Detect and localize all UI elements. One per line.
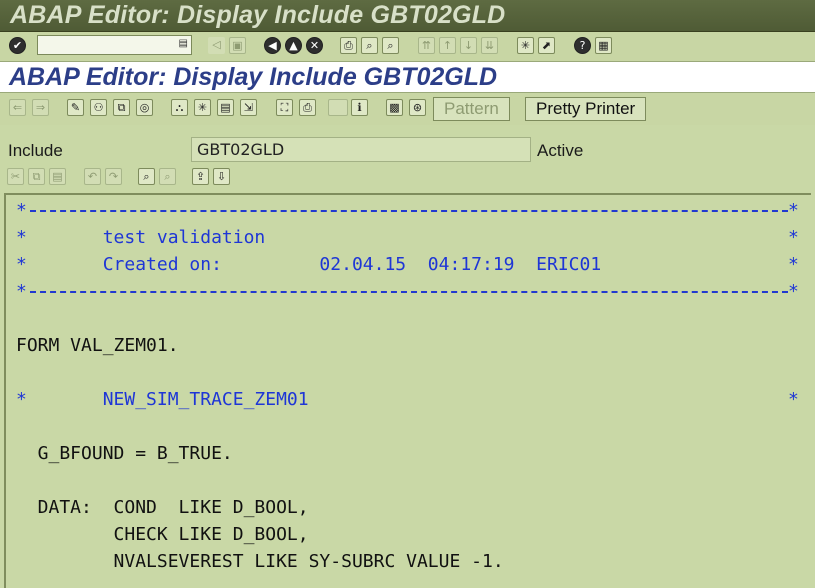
new-session-icon[interactable]: ✳ [517, 37, 534, 54]
comment-star: * [788, 281, 799, 302]
application-toolbar: ⇐ ⇒ ✎ ⚇ ⧉ ◎ ⛬ ✳ ▤ ⇲ ⛶ ⎙ ℹ ▩ ⊛ Pattern Pr… [0, 92, 815, 126]
code-line: * Created on: 02.04.15 04:17:19 ERIC01 [16, 254, 602, 275]
comment-divider [30, 210, 788, 212]
find-next-icon[interactable]: ⌕ [382, 37, 399, 54]
command-field[interactable]: ▤ [37, 35, 192, 55]
check-syntax-icon[interactable]: ◎ [136, 99, 153, 116]
comment-star: * [788, 389, 799, 410]
breakpoint-icon[interactable]: ⊛ [409, 99, 426, 116]
include-field: GBT02GLD [191, 137, 531, 162]
redo-icon[interactable]: ↷ [105, 168, 122, 185]
save-icon[interactable]: ▣ [229, 37, 246, 54]
pretty-printer-button[interactable]: Pretty Printer [525, 97, 647, 121]
activate-icon[interactable]: ✳ [194, 99, 211, 116]
comment-divider [30, 291, 788, 293]
download-icon[interactable]: ⇩ [213, 168, 230, 185]
exit-icon[interactable]: ▲ [285, 37, 302, 54]
back-icon[interactable]: ◀ [264, 37, 281, 54]
window-title: ABAP Editor: Display Include GBT02GLD [10, 1, 506, 29]
enter-icon[interactable]: ✔ [9, 37, 26, 54]
paste-icon[interactable]: ▤ [49, 168, 66, 185]
search-icon[interactable]: ⌕ [138, 168, 155, 185]
code-line: CHECK LIKE D_BOOL, [16, 524, 309, 545]
code-line: * test validation [16, 227, 266, 248]
previous-page-icon[interactable]: ↑ [439, 37, 456, 54]
system-toolbar: ✔ ▤ ◁ ▣ ◀ ▲ ✕ ⎙ ⌕ ⌕ ⇈ ↑ ↓ ⇊ ✳ ⬈ ? ▦ [0, 32, 815, 62]
copy-icon[interactable]: ⧉ [28, 168, 45, 185]
last-page-icon[interactable]: ⇊ [481, 37, 498, 54]
active-inactive-icon[interactable]: ⚇ [90, 99, 107, 116]
shortcut-icon[interactable]: ⬈ [538, 37, 555, 54]
status-text: Active [537, 141, 584, 160]
print-source-icon[interactable]: ⎙ [299, 99, 316, 116]
window-title-bar: ABAP Editor: Display Include GBT02GLD [0, 0, 815, 32]
print-icon[interactable]: ⎙ [340, 37, 357, 54]
next-page-icon[interactable]: ↓ [460, 37, 477, 54]
upload-icon[interactable]: ⇪ [192, 168, 209, 185]
code-line: NVALSEVEREST LIKE SY-SUBRC VALUE -1. [16, 551, 504, 572]
comment-star: * [16, 200, 27, 221]
comment-star: * [16, 281, 27, 302]
back-arrow-icon[interactable]: ◁ [208, 37, 225, 54]
code-line: FORM VAL_ZEM01. [16, 335, 179, 356]
cancel-icon[interactable]: ✕ [306, 37, 323, 54]
comment-star: * [788, 200, 799, 221]
search-next-icon[interactable]: ⌕ [159, 168, 176, 185]
code-line: DATA: COND LIKE D_BOOL, [16, 497, 309, 518]
other-object-icon[interactable]: ⧉ [113, 99, 130, 116]
other-object-back-icon[interactable]: ⇐ [9, 99, 26, 116]
first-page-icon[interactable]: ⇈ [418, 37, 435, 54]
display-change-icon[interactable]: ✎ [67, 99, 84, 116]
find-icon[interactable]: ⌕ [361, 37, 378, 54]
screen-title: ABAP Editor: Display Include GBT02GLD [9, 63, 498, 91]
comment-star: * [788, 227, 799, 248]
code-line: * NEW_SIM_TRACE_ZEM01 [16, 389, 309, 410]
mark-block-icon[interactable]: ▩ [386, 99, 403, 116]
disabled-function-icon[interactable] [328, 99, 348, 116]
code-line: G_BFOUND = B_TRUE. [16, 443, 233, 464]
help-icon[interactable]: ? [574, 37, 591, 54]
code-editor[interactable]: * * * test validation * * Created on: 02… [4, 193, 811, 588]
cut-icon[interactable]: ✂ [7, 168, 24, 185]
command-history-icon[interactable]: ▤ [179, 38, 188, 49]
undo-icon[interactable]: ↶ [84, 168, 101, 185]
display-object-list-icon[interactable]: ▤ [217, 99, 234, 116]
info-icon[interactable]: ℹ [351, 99, 368, 116]
other-object-forward-icon[interactable]: ⇒ [32, 99, 49, 116]
comment-star: * [788, 254, 799, 275]
screen-title-bar: ABAP Editor: Display Include GBT02GLD [0, 62, 815, 92]
include-label: Include [8, 141, 63, 160]
where-used-icon[interactable]: ⛬ [171, 99, 188, 116]
pattern-button[interactable]: Pattern [433, 97, 510, 121]
navigation-window-icon[interactable]: ⇲ [240, 99, 257, 116]
layout-menu-icon[interactable]: ▦ [595, 37, 612, 54]
editor-toolbar: ✂ ⧉ ▤ ↶ ↷ ⌕ ⌕ ⇪ ⇩ [0, 166, 815, 188]
hierarchy-icon[interactable]: ⛶ [276, 99, 293, 116]
